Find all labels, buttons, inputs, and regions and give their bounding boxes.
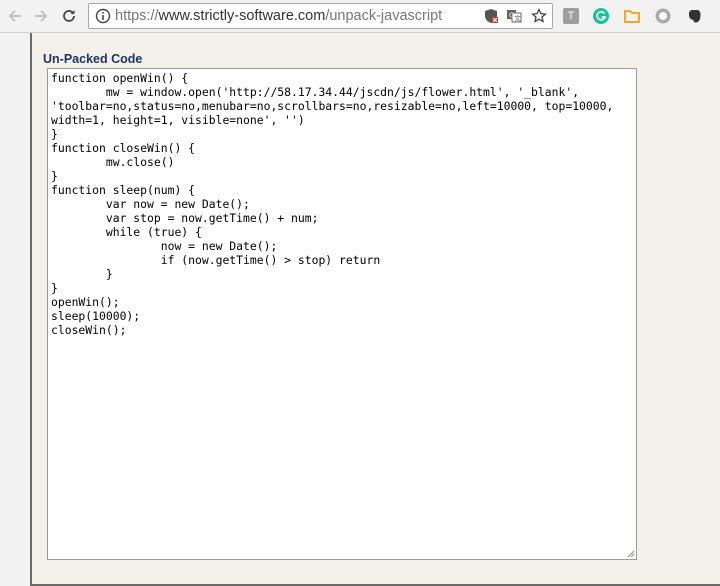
back-button[interactable] [4, 5, 26, 27]
circle-extension-icon[interactable] [654, 7, 672, 25]
url-host: www.strictly-software.com [158, 8, 326, 24]
reload-icon [63, 10, 75, 22]
unpacked-code-textarea[interactable]: function openWin() { mw = window.open('h… [47, 68, 637, 560]
translate-icon[interactable]: G 文 [506, 8, 522, 24]
unpacked-code-content[interactable]: function openWin() { mw = window.open('h… [48, 69, 636, 339]
page-content: Un-Packed Code function openWin() { mw =… [30, 33, 720, 586]
url-scheme: https:// [115, 8, 159, 24]
url-text[interactable]: https://www.strictly-software.com/unpack… [115, 8, 442, 24]
shield-blocked-icon[interactable] [483, 8, 499, 24]
forward-arrow-icon [35, 10, 48, 22]
back-arrow-icon [8, 10, 21, 22]
info-icon[interactable] [95, 8, 111, 24]
forward-button[interactable] [30, 5, 52, 27]
svg-text:文: 文 [514, 14, 521, 23]
evernote-icon[interactable] [686, 7, 704, 25]
browser-toolbar: https://www.strictly-software.com/unpack… [0, 0, 720, 33]
reload-button[interactable] [58, 5, 80, 27]
star-icon[interactable] [531, 8, 547, 24]
section-title: Un-Packed Code [43, 52, 143, 66]
address-bar[interactable]: https://www.strictly-software.com/unpack… [88, 3, 553, 29]
url-path: /unpack-javascript [325, 8, 443, 24]
t-extension-button[interactable]: T [562, 7, 580, 25]
resize-grip-icon[interactable] [626, 549, 635, 558]
grammarly-icon[interactable] [592, 7, 610, 25]
t-extension-label: T [567, 10, 575, 22]
folder-icon[interactable] [623, 7, 641, 25]
